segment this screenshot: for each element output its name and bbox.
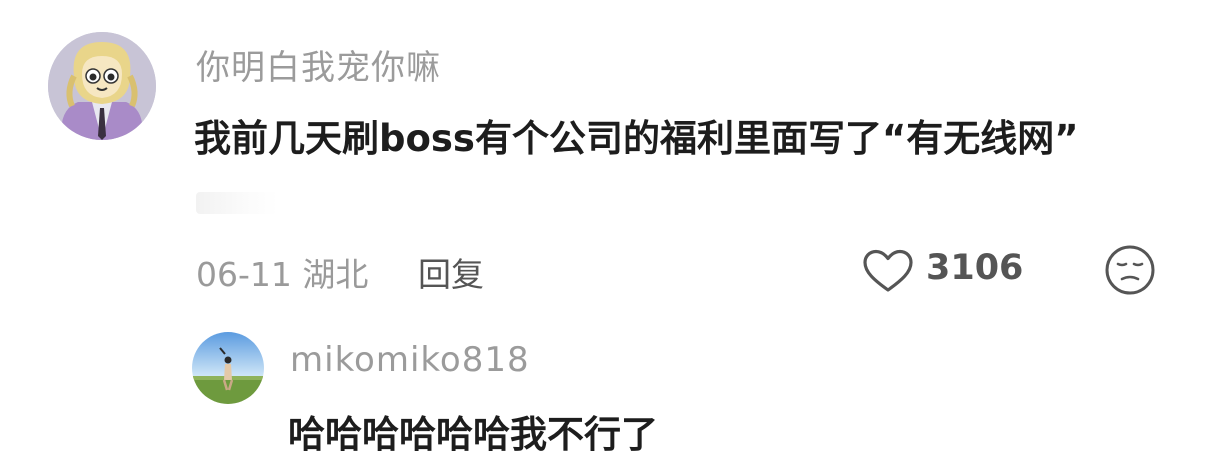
reply-text: 哈哈哈哈哈哈我不行了 bbox=[288, 413, 658, 456]
reply-user-avatar[interactable] bbox=[192, 332, 264, 404]
avatar-photo bbox=[192, 332, 264, 404]
avatar-illustration bbox=[48, 32, 156, 140]
comment-meta: 06-11 湖北 回复 3106 bbox=[196, 245, 1176, 295]
reply-username[interactable]: mikomiko818 bbox=[290, 340, 530, 380]
blurred-emoji bbox=[196, 191, 278, 214]
comment-username[interactable]: 你明白我宠你嘛 bbox=[196, 40, 441, 89]
comment-text-content: 我前几天刷boss有个公司的福利里面写了“有无线网” bbox=[194, 117, 1079, 160]
comment-thread: 你明白我宠你嘛 我前几天刷boss有个公司的福利里面写了“有无线网” 06-11… bbox=[0, 0, 1205, 461]
reply-button[interactable]: 回复 bbox=[418, 248, 484, 296]
heart-outline-icon[interactable] bbox=[862, 249, 914, 293]
user-avatar[interactable] bbox=[48, 32, 156, 140]
like-count: 3106 bbox=[926, 248, 1024, 288]
comment-text: 我前几天刷boss有个公司的福利里面写了“有无线网” bbox=[194, 108, 1154, 232]
comment-date-location: 06-11 湖北 bbox=[196, 255, 369, 294]
meh-face-icon[interactable] bbox=[1104, 244, 1156, 296]
